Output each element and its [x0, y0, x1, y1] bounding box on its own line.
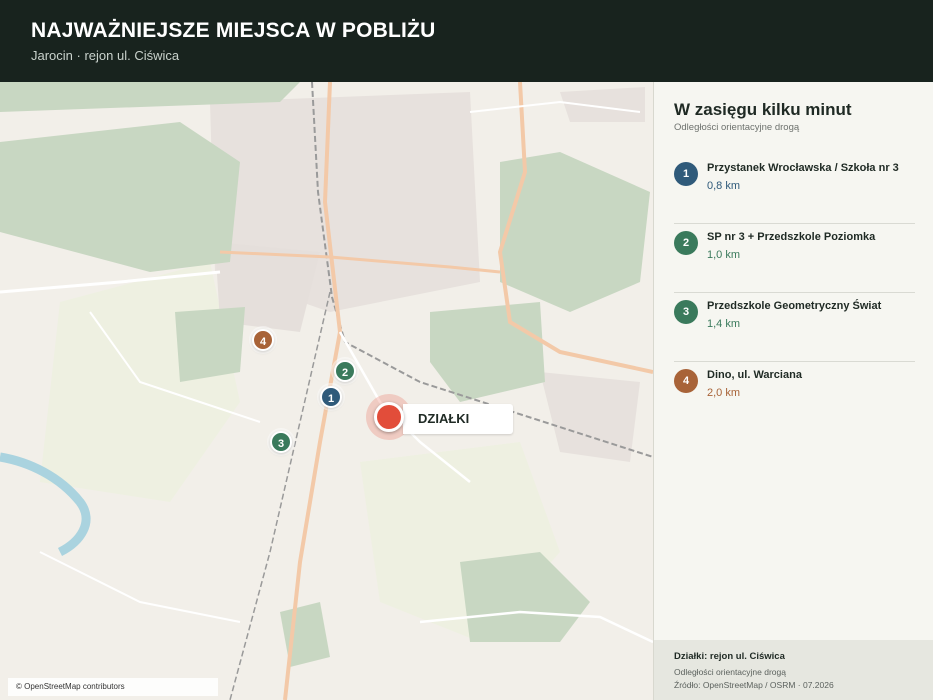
- plot-location-label: DZIAŁKI: [403, 404, 513, 434]
- place-distance: 2,0 km: [707, 387, 741, 399]
- page-title: NAJWAŻNIEJSZE MIEJSCA W POBLIŻU: [31, 19, 436, 42]
- map-marker-1[interactable]: 1: [320, 386, 342, 408]
- footer-note: Odległości orientacyjne drogą: [674, 667, 786, 677]
- place-name: Dino, ul. Warciana: [707, 369, 802, 381]
- place-name: Przystanek Wrocławska / Szkoła nr 3: [707, 162, 899, 174]
- map-marker-3[interactable]: 3: [270, 431, 292, 453]
- place-distance: 1,0 km: [707, 249, 741, 261]
- places-sidebar: W zasięgu kilku minut Odległości orienta…: [653, 82, 933, 700]
- footer-plots-location: Działki: rejon ul. Ciświca: [674, 651, 785, 662]
- page-subtitle: Jarocin · rejon ul. Ciświca: [31, 48, 180, 63]
- place-number-badge: 1: [674, 162, 698, 186]
- map-marker-2[interactable]: 2: [334, 360, 356, 382]
- map-view[interactable]: 1 2 3 4 DZIAŁKI © OpenStreetMap contribu…: [0, 82, 653, 700]
- place-distance: 1,4 km: [707, 318, 741, 330]
- footer-source: Źródło: OpenStreetMap / OSRM · 07.2026: [674, 680, 834, 690]
- map-marker-4[interactable]: 4: [252, 329, 274, 351]
- place-distance: 0,8 km: [707, 180, 741, 192]
- sidebar-footer: Działki: rejon ul. Ciświca Odległości or…: [654, 640, 933, 700]
- place-list-item[interactable]: 2 SP nr 3 + Przedszkole Poziomka 1,0 km: [674, 227, 915, 293]
- page-header: NAJWAŻNIEJSZE MIEJSCA W POBLIŻU Jarocin …: [0, 0, 933, 82]
- place-number-badge: 3: [674, 300, 698, 324]
- place-name: SP nr 3 + Przedszkole Poziomka: [707, 231, 876, 243]
- place-number-badge: 4: [674, 369, 698, 393]
- place-name: Przedszkole Geometryczny Świat: [707, 300, 882, 312]
- place-number-badge: 2: [674, 231, 698, 255]
- map-attribution[interactable]: © OpenStreetMap contributors: [8, 678, 218, 696]
- place-list-item[interactable]: 3 Przedszkole Geometryczny Świat 1,4 km: [674, 296, 915, 362]
- sidebar-note: Odległości orientacyjne drogą: [674, 122, 800, 133]
- plot-location-marker[interactable]: [374, 402, 404, 432]
- sidebar-title: W zasięgu kilku minut: [674, 100, 852, 119]
- place-list-item[interactable]: 1 Przystanek Wrocławska / Szkoła nr 3 0,…: [674, 158, 915, 224]
- place-list-item[interactable]: 4 Dino, ul. Warciana 2,0 km: [674, 365, 915, 431]
